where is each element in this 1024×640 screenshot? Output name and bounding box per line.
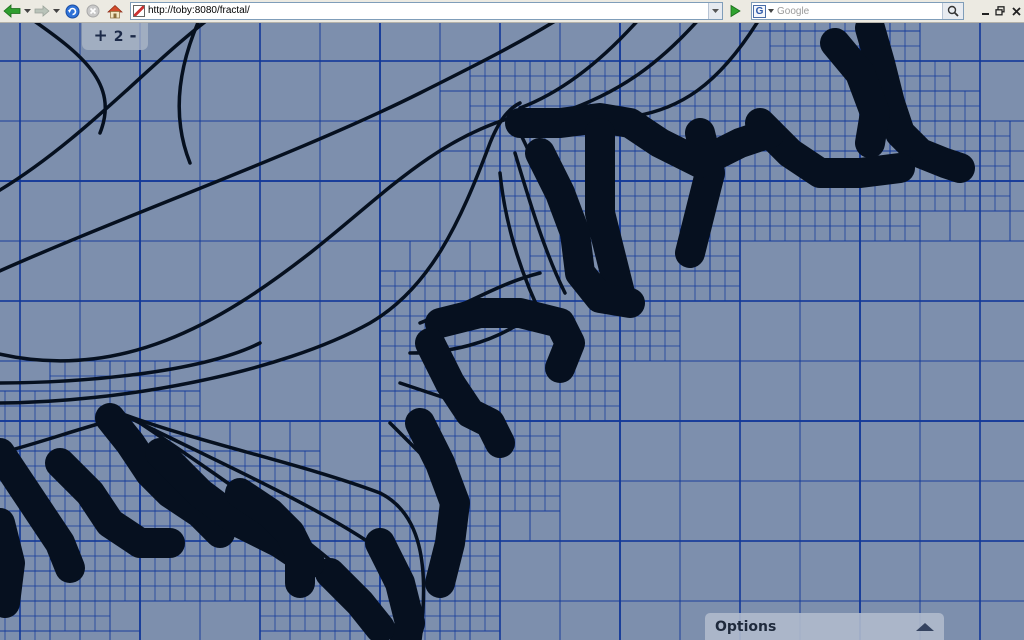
fractal-canvas[interactable] [0, 23, 1024, 640]
chevron-down-icon [52, 8, 60, 13]
address-url[interactable]: http://toby:8080/fractal/ [148, 4, 250, 18]
restore-icon [995, 6, 1005, 16]
fractal-viewport[interactable] [0, 23, 1024, 640]
minimize-icon [981, 12, 989, 15]
refresh-icon [65, 4, 79, 18]
restore-button[interactable] [993, 4, 1007, 18]
forward-arrow-icon [34, 5, 50, 17]
zoom-control: + 2 - [82, 23, 148, 50]
go-button[interactable] [726, 2, 744, 20]
address-bar[interactable]: http://toby:8080/fractal/ [130, 2, 723, 20]
caret-up-icon[interactable] [916, 622, 934, 631]
search-input[interactable] [777, 3, 942, 19]
home-icon [107, 4, 123, 18]
refresh-button[interactable] [63, 2, 81, 20]
chevron-down-icon [23, 8, 31, 13]
page-favicon-icon [133, 5, 145, 17]
close-button[interactable] [1009, 4, 1023, 18]
options-title: Options [715, 618, 777, 635]
back-button[interactable] [2, 2, 22, 20]
go-arrow-icon [730, 4, 741, 18]
zoom-in-button[interactable]: + [93, 28, 107, 45]
search-button[interactable] [942, 3, 963, 19]
search-icon [947, 5, 959, 17]
address-history-dropdown[interactable] [708, 3, 722, 19]
back-history-dropdown[interactable] [22, 2, 32, 20]
back-arrow-icon [3, 4, 21, 18]
options-panel[interactable]: Options [705, 613, 944, 640]
browser-toolbar: http://toby:8080/fractal/ G [0, 0, 1024, 23]
chevron-down-icon [768, 9, 774, 13]
chevron-down-icon [712, 8, 719, 13]
minimize-button[interactable] [978, 4, 992, 18]
search-engine-selector[interactable]: G [753, 4, 775, 18]
zoom-out-button[interactable]: - [129, 28, 136, 45]
stop-button[interactable] [84, 2, 102, 20]
forward-history-dropdown[interactable] [51, 2, 61, 20]
home-button[interactable] [106, 2, 124, 20]
zoom-level: 2 [113, 28, 124, 45]
forward-button[interactable] [33, 2, 51, 20]
fractal-filled-region [0, 508, 25, 618]
stop-icon [86, 4, 100, 18]
search-box[interactable]: G [751, 2, 964, 20]
google-icon: G [753, 4, 766, 18]
close-icon [1011, 6, 1021, 16]
